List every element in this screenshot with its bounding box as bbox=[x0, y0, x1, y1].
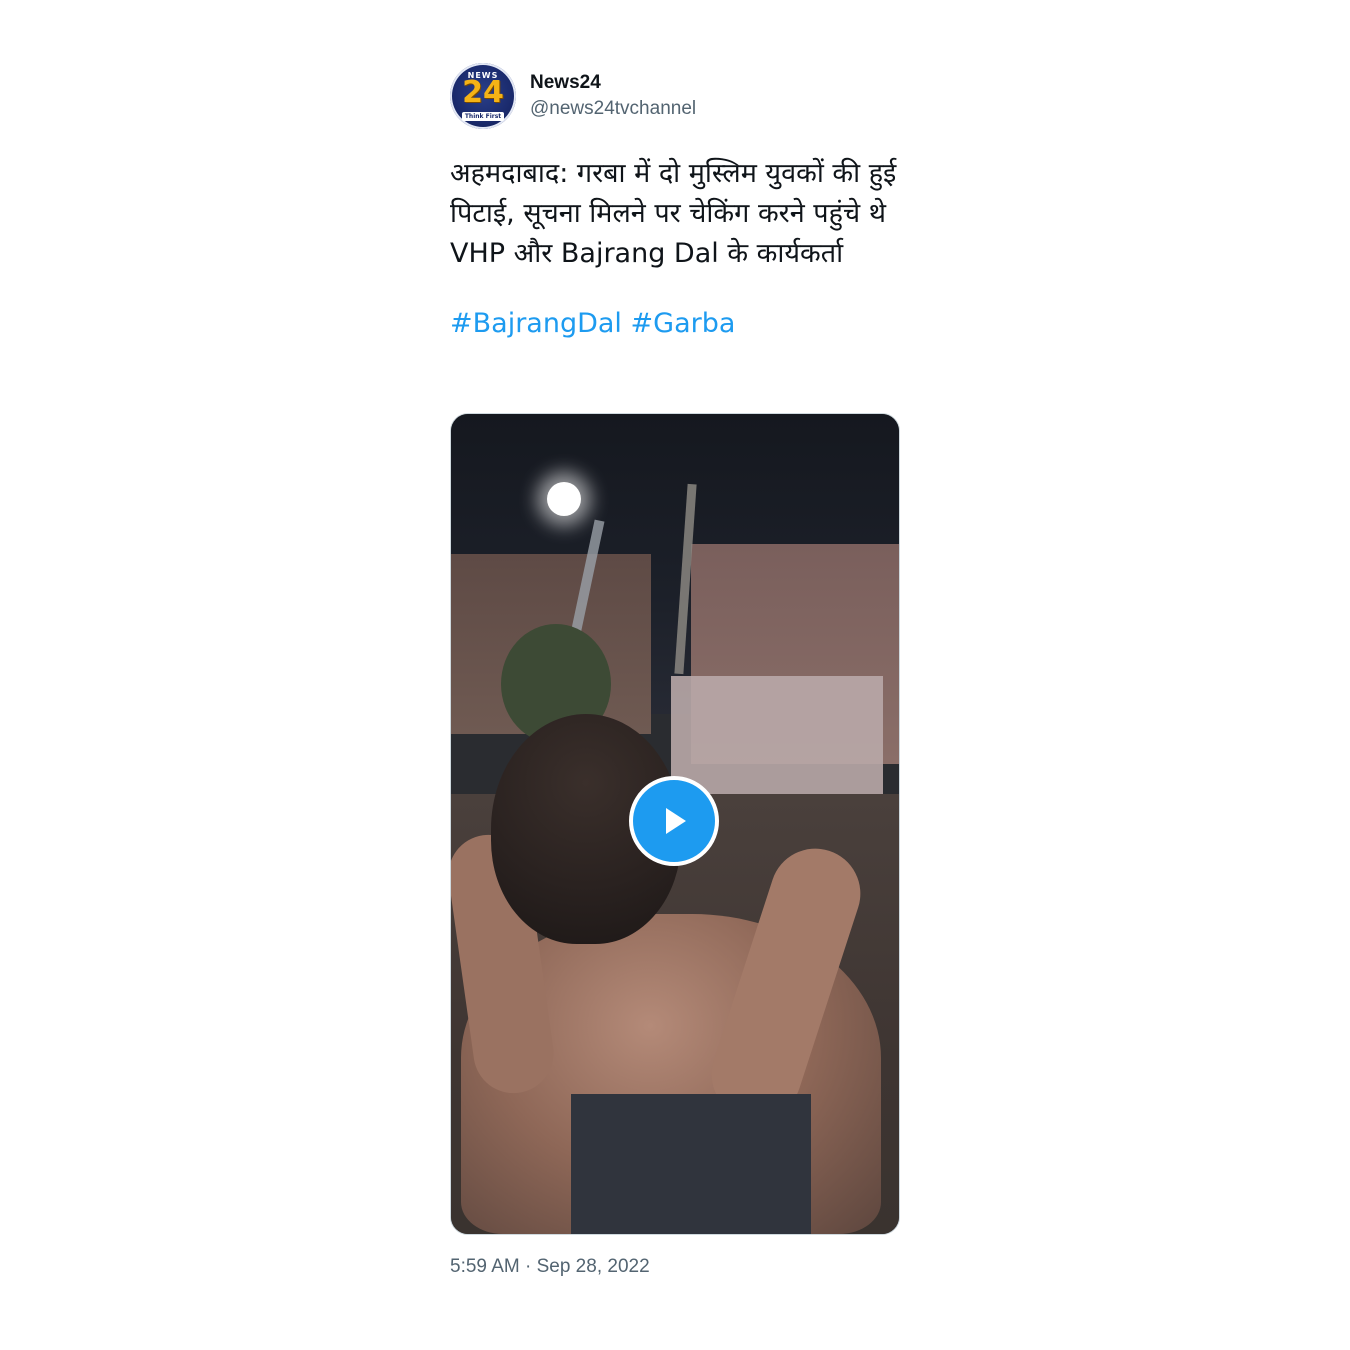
video-player[interactable] bbox=[450, 413, 900, 1235]
tweet-text: अहमदाबाद: गरबा में दो मुस्लिम युवकों की … bbox=[450, 158, 905, 269]
account-handle[interactable]: @news24tvchannel bbox=[530, 96, 696, 122]
tweet: NEWS 24 Think First News24 @news24tvchan… bbox=[450, 62, 905, 1277]
thumbnail-light bbox=[547, 482, 581, 516]
thumbnail-person-jeans bbox=[571, 1094, 811, 1234]
tweet-header: NEWS 24 Think First News24 @news24tvchan… bbox=[450, 62, 900, 130]
display-name[interactable]: News24 bbox=[530, 70, 696, 96]
avatar[interactable]: NEWS 24 Think First bbox=[450, 63, 516, 129]
hashtag-garba[interactable]: #Garba bbox=[631, 308, 736, 339]
account-names: News24 @news24tvchannel bbox=[530, 70, 696, 122]
avatar-label-tagline: Think First bbox=[462, 112, 504, 121]
play-button[interactable] bbox=[629, 776, 719, 866]
tweet-timestamp[interactable]: 5:59 AM · Sep 28, 2022 bbox=[450, 1253, 650, 1281]
play-icon bbox=[666, 808, 686, 834]
avatar-label-number: 24 bbox=[462, 75, 504, 110]
hashtag-bajrangdal[interactable]: #BajrangDal bbox=[450, 308, 622, 339]
hashtag-row: #BajrangDal #Garba bbox=[450, 304, 900, 344]
